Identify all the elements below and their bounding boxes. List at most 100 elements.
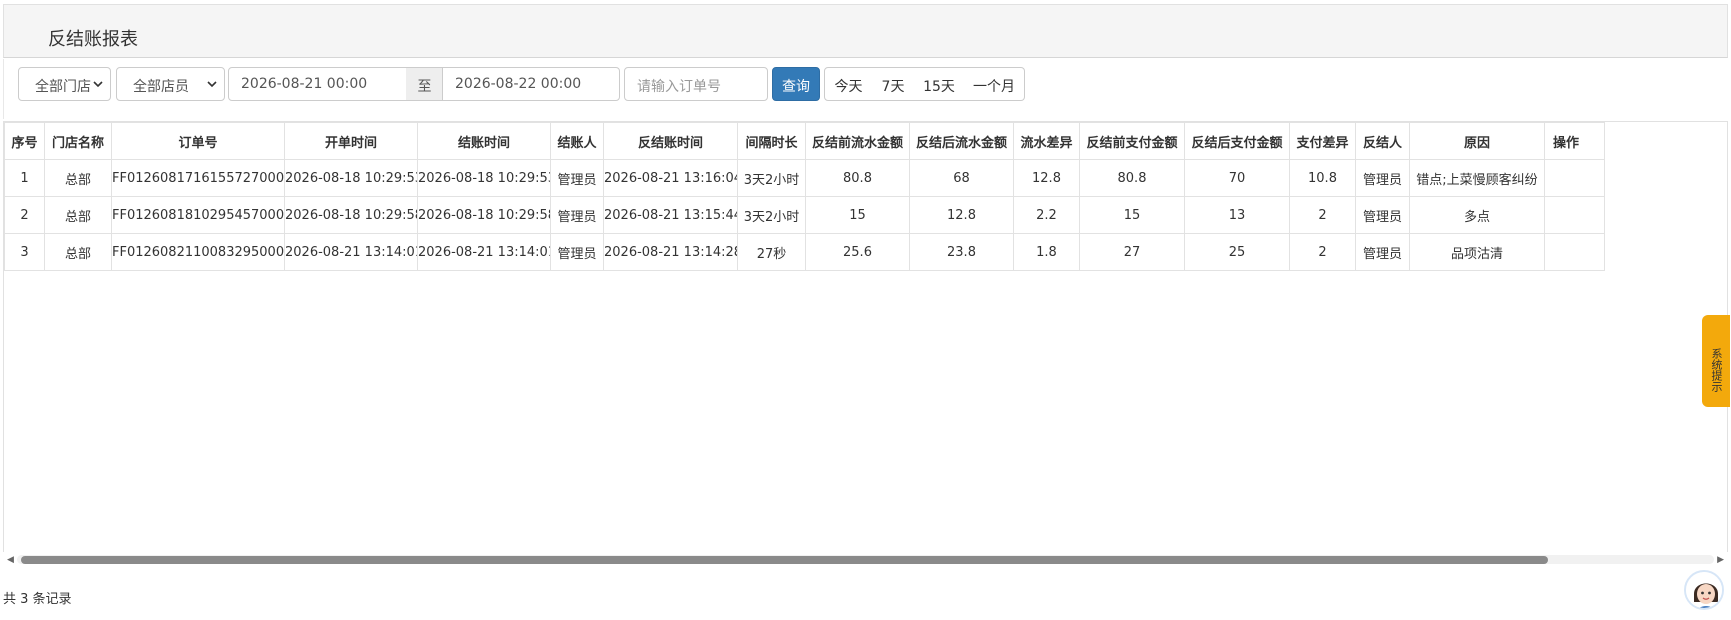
- table-cell: [1544, 159, 1605, 197]
- table-cell: 多点: [1409, 196, 1545, 234]
- table-cell: FF01260818102954570001: [111, 196, 285, 234]
- quick-7days-button[interactable]: 7天: [872, 67, 915, 101]
- table-cell: 3: [4, 233, 45, 271]
- table-cell: 管理员: [1355, 233, 1410, 271]
- table-cell: 2.2: [1013, 196, 1080, 234]
- system-notice-tab[interactable]: 系统提示: [1702, 315, 1730, 407]
- assistant-avatar[interactable]: [1684, 570, 1724, 610]
- table-cell: 15: [1079, 196, 1185, 234]
- table-cell: [1544, 196, 1605, 234]
- page-header: 反结账报表: [3, 4, 1728, 58]
- quick-15days-button[interactable]: 15天: [914, 67, 965, 101]
- table-cell: 2026-08-18 10:29:53: [284, 159, 418, 197]
- table-cell: 2: [4, 196, 45, 234]
- column-header: 反结账时间: [603, 122, 738, 160]
- column-header: 反结后支付金额: [1184, 122, 1290, 160]
- column-header: 支付差异: [1289, 122, 1356, 160]
- column-header: 开单时间: [284, 122, 418, 160]
- table-cell: 80.8: [1079, 159, 1185, 197]
- column-header: 结账人: [550, 122, 604, 160]
- column-header: 原因: [1409, 122, 1545, 160]
- table-cell: 品项沽清: [1409, 233, 1545, 271]
- report-table-container: 序号 门店名称 订单号 开单时间 结账时间 结账人 反结账时间 间隔时长 反结前流水金额 反结后流…: [3, 121, 1728, 565]
- table-cell: 3天2小时: [737, 196, 806, 234]
- store-select[interactable]: 全部门店: [18, 67, 111, 101]
- column-header: 订单号: [111, 122, 285, 160]
- column-header: 反结前流水金额: [805, 122, 910, 160]
- table-cell: 70: [1184, 159, 1290, 197]
- chevron-down-icon: [207, 81, 217, 88]
- table-cell: 管理员: [550, 159, 604, 197]
- table-cell: 总部: [44, 233, 112, 271]
- table-cell: 管理员: [550, 233, 604, 271]
- chevron-down-icon: [93, 81, 103, 88]
- end-time-input[interactable]: 2026-08-22 00:00: [442, 67, 620, 101]
- report-page: 反结账报表 全部门店 全部店员 2026-08-21 00:00 至 2026-…: [0, 0, 1731, 620]
- table-cell: 管理员: [550, 196, 604, 234]
- scroll-left-icon[interactable]: ◀: [7, 555, 14, 565]
- table-cell: 12.8: [1013, 159, 1080, 197]
- table-cell: 2026-08-21 13:15:44: [603, 196, 738, 234]
- page-title: 反结账报表: [48, 29, 138, 50]
- table-cell: 管理员: [1355, 159, 1410, 197]
- table-cell: 2026-08-21 13:14:01: [417, 233, 551, 271]
- report-table: 序号 门店名称 订单号 开单时间 结账时间 结账人 反结账时间 间隔时长 反结前流水金额 反结后流…: [4, 122, 1605, 271]
- store-select-value: 全部门店: [35, 79, 91, 95]
- table-cell: 23.8: [909, 233, 1014, 271]
- table-cell: 25.6: [805, 233, 910, 271]
- table-row[interactable]: 3 总部 FF01260821100832950001 2026-08-21 13:1…: [4, 233, 1605, 271]
- table-row[interactable]: 2 总部 FF01260818102954570001 2026-08-18 10:2…: [4, 196, 1605, 234]
- quick-today-button[interactable]: 今天: [824, 67, 873, 101]
- table-cell: 2026-08-18 10:29:58: [417, 196, 551, 234]
- table-cell: 错点;上菜慢顾客纠纷: [1409, 159, 1545, 197]
- filter-toolbar: 全部门店 全部店员 2026-08-21 00:00 至 2026-08-22 …: [3, 59, 1728, 119]
- staff-select[interactable]: 全部店员: [116, 67, 225, 101]
- quick-month-button[interactable]: 一个月: [964, 67, 1025, 101]
- table-cell: 总部: [44, 196, 112, 234]
- column-header: 门店名称: [44, 122, 112, 160]
- table-cell: 管理员: [1355, 196, 1410, 234]
- table-cell: 2026-08-21 13:16:04: [603, 159, 738, 197]
- date-range-separator: 至: [406, 67, 443, 101]
- table-cell: 3天2小时: [737, 159, 806, 197]
- staff-select-value: 全部店员: [133, 79, 189, 95]
- table-cell: 27: [1079, 233, 1185, 271]
- table-cell: [1544, 233, 1605, 271]
- table-cell: FF01260817161557270001: [111, 159, 285, 197]
- table-cell: 10.8: [1289, 159, 1356, 197]
- table-cell: 2: [1289, 196, 1356, 234]
- table-cell: 1: [4, 159, 45, 197]
- table-cell: 2: [1289, 233, 1356, 271]
- table-cell: 15: [805, 196, 910, 234]
- scroll-right-icon[interactable]: ▶: [1717, 555, 1724, 565]
- horizontal-scrollbar[interactable]: ◀ ▶: [3, 552, 1728, 566]
- table-cell: 68: [909, 159, 1014, 197]
- column-header: 反结人: [1355, 122, 1410, 160]
- table-cell: FF01260821100832950001: [111, 233, 285, 271]
- table-cell: 1.8: [1013, 233, 1080, 271]
- table-cell: 13: [1184, 196, 1290, 234]
- start-time-input[interactable]: 2026-08-21 00:00: [228, 67, 407, 101]
- column-header: 反结前支付金额: [1079, 122, 1185, 160]
- column-header: 反结后流水金额: [909, 122, 1014, 160]
- column-header: 结账时间: [417, 122, 551, 160]
- table-cell: 2026-08-18 10:29:53: [417, 159, 551, 197]
- column-header: 序号: [4, 122, 45, 160]
- column-header: 操作: [1544, 122, 1605, 160]
- table-cell: 27秒: [737, 233, 806, 271]
- table-header-row: 序号 门店名称 订单号 开单时间 结账时间 结账人 反结账时间 间隔时长 反结前流水金额 反结后流…: [4, 122, 1605, 160]
- table-cell: 25: [1184, 233, 1290, 271]
- column-header: 间隔时长: [737, 122, 806, 160]
- table-row[interactable]: 1 总部 FF01260817161557270001 2026-08-18 10:2…: [4, 159, 1605, 197]
- table-cell: 80.8: [805, 159, 910, 197]
- assistant-face-icon: [1686, 572, 1722, 608]
- order-number-input[interactable]: 请输入订单号: [624, 67, 768, 101]
- total-records-text: 共 3 条记录: [3, 592, 72, 607]
- query-button[interactable]: 查询: [772, 67, 820, 101]
- table-cell: 总部: [44, 159, 112, 197]
- column-header: 流水差异: [1013, 122, 1080, 160]
- scrollbar-thumb[interactable]: [21, 556, 1548, 564]
- table-cell: 2026-08-21 13:14:28: [603, 233, 738, 271]
- table-cell: 2026-08-21 13:14:01: [284, 233, 418, 271]
- table-cell: 12.8: [909, 196, 1014, 234]
